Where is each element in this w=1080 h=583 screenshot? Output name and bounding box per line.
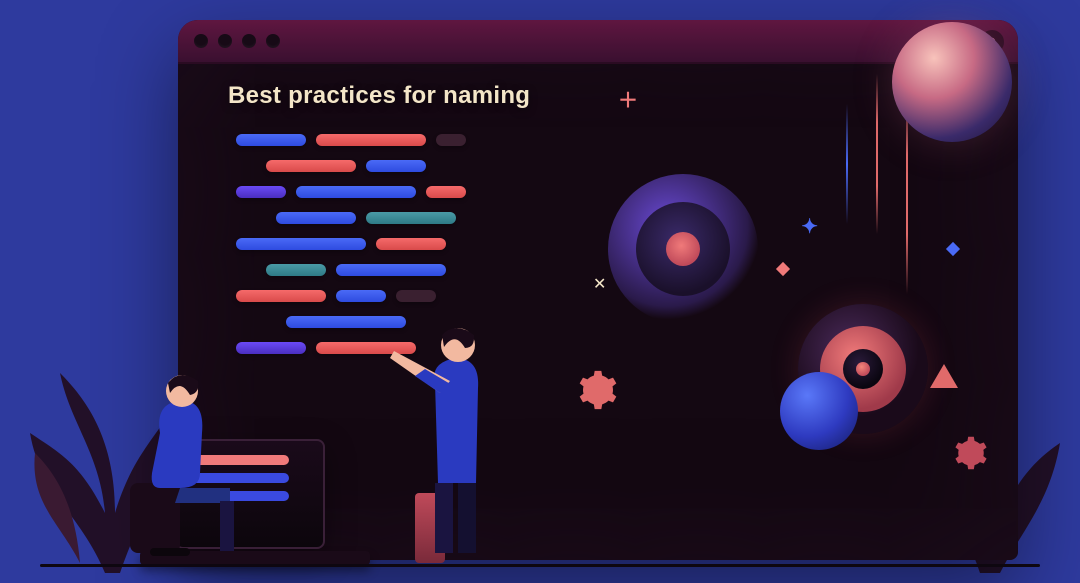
window-dot[interactable] xyxy=(242,34,256,48)
page-title: Best practices for naming xyxy=(228,82,530,110)
accent-line xyxy=(846,104,848,224)
accent-line xyxy=(876,74,878,234)
illustration-stage: Best practices for naming ＋ xyxy=(0,0,1080,583)
diamond-icon xyxy=(776,262,790,276)
window-titlebar xyxy=(178,20,1018,64)
person-seated xyxy=(120,363,280,563)
plus-icon: ✦ xyxy=(801,214,818,239)
gear-icon xyxy=(954,436,988,470)
floor-line xyxy=(40,564,1040,567)
window-controls xyxy=(194,34,280,48)
planet-decoration xyxy=(892,22,1012,142)
concentric-shape xyxy=(608,174,758,324)
window-dot[interactable] xyxy=(194,34,208,48)
window-dot[interactable] xyxy=(218,34,232,48)
sphere-decoration xyxy=(780,372,858,450)
accent-line xyxy=(906,94,908,294)
window-dot[interactable] xyxy=(266,34,280,48)
triangle-icon xyxy=(930,364,958,388)
person-standing xyxy=(380,303,520,563)
close-icon: ✕ xyxy=(593,274,606,294)
diamond-icon xyxy=(946,242,960,256)
plus-icon: ＋ xyxy=(618,84,638,113)
gear-icon xyxy=(578,370,618,410)
